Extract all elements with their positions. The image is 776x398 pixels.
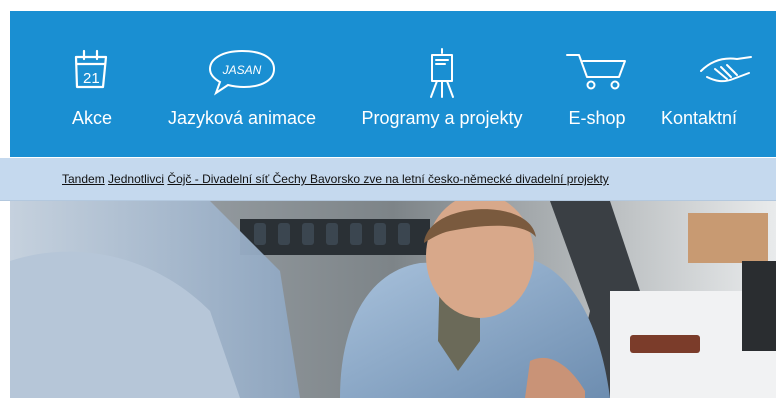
nav-label-kontaktni: Kontaktní xyxy=(661,108,738,128)
main-navigation: 21 Akce JASAN Jazyková animace Programy … xyxy=(10,11,776,157)
breadcrumb-link-current-article[interactable]: Čojč - Divadelní síť Čechy Bavorsko zve … xyxy=(167,172,608,186)
breadcrumb-link-jednotlivci[interactable]: Jednotlivci xyxy=(108,172,164,186)
nav-label-akce: Akce xyxy=(71,108,113,128)
breadcrumb: Tandem Jednotlivci Čojč - Divadelní síť … xyxy=(0,158,776,201)
nav-item-e-shop[interactable]: E-shop xyxy=(556,11,638,157)
nav-label-jazykova-animace: Jazyková animace xyxy=(167,108,317,128)
shopping-cart-icon xyxy=(556,47,638,99)
svg-text:JASAN: JASAN xyxy=(222,63,262,77)
speech-bubble-icon: JASAN xyxy=(154,47,330,99)
nav-item-jazykova-animace[interactable]: JASAN Jazyková animace xyxy=(154,11,330,157)
nav-label-programy-a-projekty: Programy a projekty xyxy=(361,108,523,128)
nav-item-kontaktni[interactable]: Kontaktní xyxy=(660,11,776,157)
handshake-icon xyxy=(660,47,776,99)
calendar-icon: 21 xyxy=(50,47,134,99)
flipchart-icon xyxy=(350,47,534,99)
breadcrumb-link-tandem[interactable]: Tandem xyxy=(62,172,105,186)
breadcrumb-links: Tandem Jednotlivci Čojč - Divadelní síť … xyxy=(62,172,609,186)
nav-item-programy-a-projekty[interactable]: Programy a projekty xyxy=(350,11,534,157)
hero-image xyxy=(10,201,776,398)
svg-text:21: 21 xyxy=(83,70,100,87)
nav-label-e-shop: E-shop xyxy=(568,108,626,128)
nav-item-akce[interactable]: 21 Akce xyxy=(50,11,134,157)
